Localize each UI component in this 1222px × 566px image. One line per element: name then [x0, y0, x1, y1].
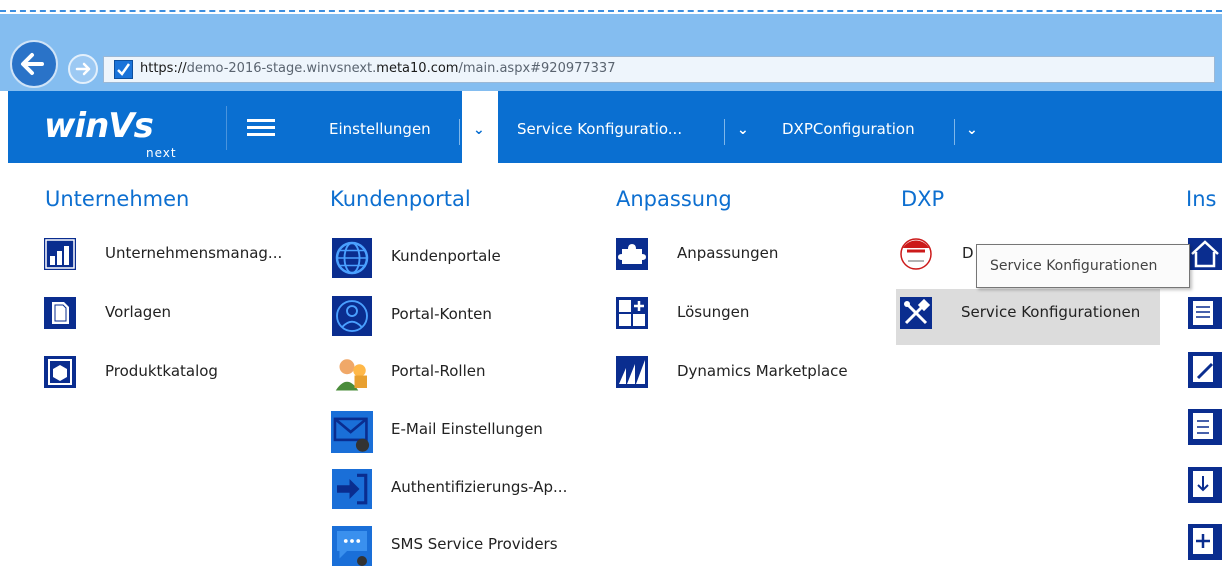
menu-item-label: SMS Service Providers — [391, 535, 558, 553]
ins-edit-document-icon[interactable] — [1188, 352, 1222, 388]
templates-icon — [44, 297, 76, 329]
portal-roles-icon — [332, 353, 372, 393]
sms-icon — [332, 526, 372, 566]
group-title-unternehmen: Unternehmen — [45, 187, 190, 211]
chevron-down-icon[interactable]: ⌄ — [737, 122, 749, 138]
nav-pipe — [459, 119, 460, 145]
nav-einstellungen[interactable]: Einstellungen — [329, 120, 431, 138]
security-check-icon — [114, 60, 133, 79]
group-title-dxp: DXP — [901, 187, 945, 211]
email-settings-icon — [331, 411, 373, 453]
logo-sub: next — [146, 146, 177, 160]
ins-house-icon[interactable] — [1188, 238, 1222, 270]
nav-service-konfiguration[interactable]: Service Konfiguratio... — [517, 120, 682, 138]
menu-item-label: D — [962, 244, 974, 262]
url-pre: demo-2016-stage.winvsnext. — [186, 61, 377, 76]
menu-item-label: Unternehmensmanag... — [105, 244, 283, 262]
nav-divider — [226, 106, 227, 150]
arrow-left-icon — [21, 53, 44, 75]
group-title-anpassung: Anpassung — [616, 187, 732, 211]
group-title-ins: Ins — [1186, 187, 1217, 211]
nav-dxpconfiguration[interactable]: DXPConfiguration — [782, 120, 915, 138]
tooltip: Service Konfigurationen — [976, 244, 1190, 288]
tools-icon — [900, 297, 932, 329]
igb2b-icon — [900, 238, 932, 270]
chevron-down-icon: ⌄ — [473, 122, 485, 138]
ins-document-down-icon[interactable] — [1188, 467, 1222, 503]
menu-item-label: Kundenportale — [391, 247, 501, 265]
menu-item-label: Portal-Rollen — [391, 362, 486, 380]
product-catalog-icon — [44, 356, 76, 388]
menu-item-label: Anpassungen — [677, 244, 779, 262]
hamburger-menu-icon[interactable] — [247, 119, 275, 137]
url-scheme: https:// — [140, 61, 187, 76]
chevron-down-icon[interactable]: ⌄ — [966, 122, 978, 138]
back-button[interactable] — [10, 40, 58, 88]
portal-globe-icon — [332, 238, 372, 278]
group-title-kundenportal: Kundenportal — [330, 187, 471, 211]
menu-item-label: Vorlagen — [105, 303, 172, 321]
nav-pipe — [954, 119, 955, 145]
marketplace-icon — [616, 356, 648, 388]
ins-document-add-icon[interactable] — [1188, 524, 1222, 560]
capture-border — [0, 10, 1222, 12]
menu-item-label: Portal-Konten — [391, 305, 492, 323]
url-text[interactable]: https://demo-2016-stage.winvsnext.meta10… — [140, 61, 615, 76]
menu-item-label: Dynamics Marketplace — [677, 362, 848, 380]
nav-pipe — [724, 119, 725, 145]
forward-button[interactable] — [68, 54, 98, 84]
menu-item-label: Service Konfigurationen — [961, 303, 1141, 321]
menu-item-label: Produktkatalog — [105, 362, 218, 380]
authentication-icon — [332, 469, 372, 509]
ins-document-list-icon[interactable] — [1188, 409, 1222, 445]
arrow-right-icon — [75, 62, 91, 76]
url-host: meta10.com — [376, 61, 459, 76]
company-management-icon — [44, 238, 76, 270]
puzzle-icon — [616, 238, 648, 270]
menu-item-label: E-Mail Einstellungen — [391, 420, 543, 438]
ins-document-icon[interactable] — [1188, 297, 1222, 329]
menu-item-label: Authentifizierungs-Ap... — [391, 478, 568, 496]
portal-account-icon — [332, 296, 372, 336]
solutions-icon — [616, 297, 648, 329]
tooltip-text: Service Konfigurationen — [990, 258, 1158, 274]
url-path: /main.aspx#920977337 — [458, 61, 616, 76]
menu-item-label: Lösungen — [677, 303, 750, 321]
logo-word: winVs — [44, 106, 154, 146]
app-logo[interactable]: winVs next — [44, 106, 176, 160]
